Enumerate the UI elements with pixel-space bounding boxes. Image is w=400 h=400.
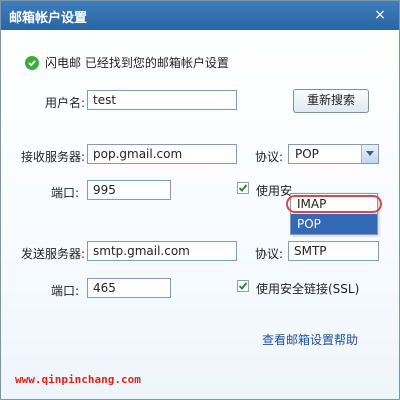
incoming-server-label: 接收服务器: <box>21 150 86 164</box>
outgoing-port-label: 端口: <box>51 284 80 298</box>
outgoing-ssl-checkbox[interactable] <box>237 280 249 292</box>
incoming-protocol-value: POP <box>295 147 319 161</box>
incoming-protocol-label: 协议: <box>255 150 284 164</box>
dialog-content: 闪电邮 已经找到您的邮箱帐户设置 用户名: test 重新搜索 接收服务器: p… <box>1 30 399 399</box>
watermark-text: www.qinpinchang.com <box>15 373 141 386</box>
protocol-option-pop[interactable]: POP <box>291 214 377 234</box>
account-settings-dialog: 邮箱帐户设置 × 闪电邮 已经找到您的邮箱帐户设置 用户名: test 重新搜索… <box>0 0 400 400</box>
protocol-option-imap[interactable]: IMAP <box>291 194 377 214</box>
outgoing-server-label: 发送服务器: <box>21 247 86 261</box>
username-label: 用户名: <box>45 96 86 110</box>
incoming-server-field[interactable]: pop.gmail.com <box>87 144 237 164</box>
help-link[interactable]: 查看邮箱设置帮助 <box>262 331 358 348</box>
outgoing-protocol-label: 协议: <box>255 247 284 261</box>
username-field[interactable]: test <box>87 90 237 110</box>
outgoing-ssl-label: 使用安全链接(SSL) <box>256 282 360 296</box>
incoming-ssl-checkbox[interactable] <box>237 182 249 194</box>
dialog-title: 邮箱帐户设置 <box>9 11 88 26</box>
outgoing-server-field[interactable]: smtp.gmail.com <box>87 241 237 261</box>
title-bar: 邮箱帐户设置 × <box>1 1 399 30</box>
protocol-dropdown-list: IMAP POP <box>290 193 378 235</box>
chevron-down-icon[interactable] <box>361 145 378 163</box>
checkmark-icon <box>238 282 248 290</box>
checkmark-icon <box>238 184 248 192</box>
status-text: 闪电邮 已经找到您的邮箱帐户设置 <box>45 56 229 70</box>
close-icon[interactable]: × <box>371 6 389 24</box>
outgoing-protocol-field[interactable]: SMTP <box>288 241 379 261</box>
outgoing-port-field[interactable]: 465 <box>87 278 171 298</box>
incoming-protocol-select[interactable]: POP <box>288 144 379 164</box>
incoming-port-label: 端口: <box>51 186 80 200</box>
research-button[interactable]: 重新搜索 <box>293 89 369 113</box>
success-check-icon <box>25 55 39 70</box>
incoming-port-field[interactable]: 995 <box>87 180 171 200</box>
incoming-ssl-label: 使用安 <box>256 184 293 198</box>
status-message: 闪电邮 已经找到您的邮箱帐户设置 <box>25 54 229 71</box>
